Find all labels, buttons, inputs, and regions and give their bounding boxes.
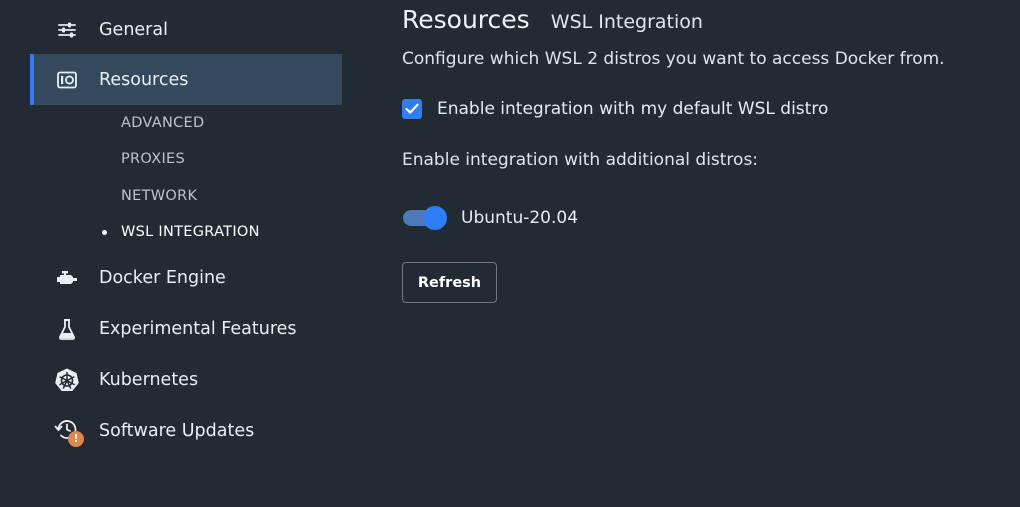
current-subitem-bullet: [102, 230, 107, 235]
update-alert-badge: !: [68, 430, 84, 447]
sidebar-item-resources[interactable]: Resources: [30, 54, 342, 105]
distro-toggle[interactable]: [402, 205, 448, 231]
engine-icon: [54, 265, 80, 291]
flask-icon: [54, 316, 80, 342]
settings-main-panel: Resources WSL Integration Configure whic…: [402, 0, 1020, 507]
checkmark-icon: [405, 103, 419, 114]
sidebar-item-general[interactable]: General: [30, 4, 342, 55]
distro-row: Ubuntu-20.04: [402, 205, 578, 231]
sidebar-item-label: Kubernetes: [99, 369, 199, 390]
sidebar-item-docker-engine[interactable]: Docker Engine: [30, 252, 342, 303]
sidebar-item-label: Experimental Features: [99, 318, 297, 339]
subitem-wsl-integration[interactable]: WSL INTEGRATION: [121, 224, 260, 240]
page-subtitle: WSL Integration: [550, 11, 703, 33]
refresh-button[interactable]: Refresh: [402, 262, 497, 303]
sidebar-item-experimental[interactable]: Experimental Features: [30, 303, 342, 354]
default-distro-option[interactable]: Enable integration with my default WSL d…: [402, 99, 828, 119]
sidebar-item-label: General: [99, 19, 168, 40]
sidebar-item-kubernetes[interactable]: Kubernetes: [30, 354, 342, 405]
page-description: Configure which WSL 2 distros you want t…: [402, 49, 945, 69]
sidebar-item-label: Software Updates: [99, 420, 255, 441]
sidebar-item-label: Docker Engine: [99, 267, 226, 288]
sliders-icon: [54, 17, 80, 43]
sidebar-item-label: Resources: [99, 69, 189, 90]
resources-icon: [54, 67, 80, 93]
subitem-network[interactable]: NETWORK: [121, 188, 197, 204]
toggle-knob: [423, 206, 447, 230]
distro-name: Ubuntu-20.04: [461, 208, 579, 228]
sidebar-item-software-updates[interactable]: ! Software Updates: [30, 405, 342, 456]
additional-distros-label: Enable integration with additional distr…: [402, 150, 759, 170]
page-title: Resources: [402, 5, 530, 34]
kubernetes-icon: [54, 367, 80, 393]
update-icon: !: [54, 418, 84, 447]
subitem-proxies[interactable]: PROXIES: [121, 151, 185, 167]
docker-settings-window: General Resources ADVANCED PROXIES NETWO…: [0, 0, 1020, 507]
page-heading: Resources WSL Integration: [402, 5, 703, 34]
settings-sidebar: General Resources ADVANCED PROXIES NETWO…: [0, 0, 342, 507]
default-distro-checkbox[interactable]: [402, 99, 422, 119]
subitem-advanced[interactable]: ADVANCED: [121, 115, 204, 131]
default-distro-label: Enable integration with my default WSL d…: [437, 99, 829, 119]
